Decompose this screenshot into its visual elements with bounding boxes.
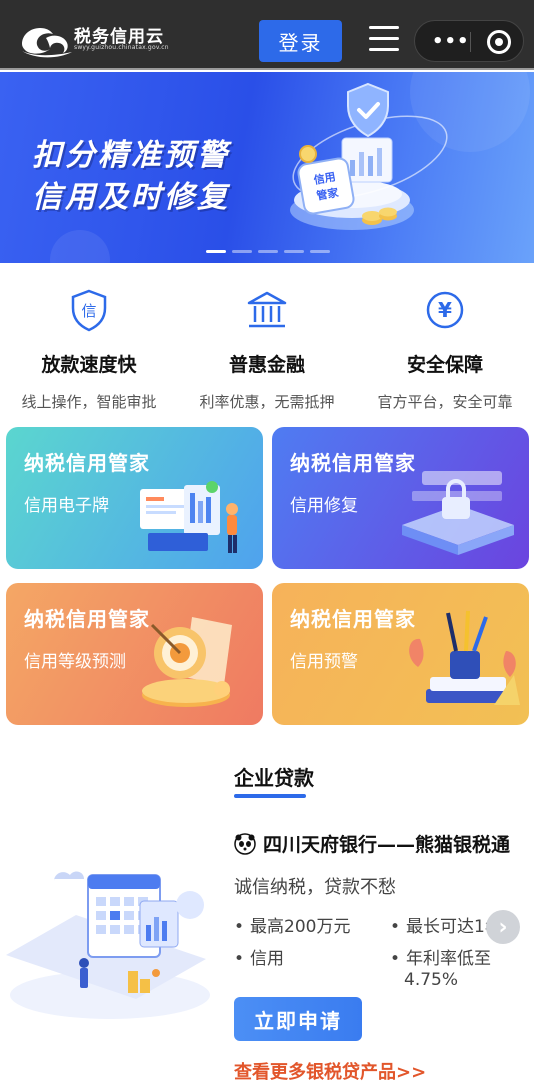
card-credit-level-forecast[interactable]: 纳税信用管家 信用等级预测: [6, 583, 263, 725]
target-illustration: [142, 617, 232, 707]
apply-now-button[interactable]: 立即申请: [234, 997, 362, 1041]
card-credit-e-plate[interactable]: 纳税信用管家 信用电子牌: [6, 427, 263, 569]
feature-fast-loan: 信 放款速度快 线上操作，智能审批: [0, 280, 178, 412]
shield-icon: 信: [71, 289, 107, 332]
feature-subtitle: 利率优惠，无需抵押: [199, 393, 335, 411]
card-subtitle: 信用修复: [290, 496, 358, 516]
carousel-indicators[interactable]: [206, 250, 330, 253]
banner-headline-2: 信用及时修复: [32, 180, 230, 215]
bank-product-name: 四川天府银行——熊猫银税通: [263, 834, 511, 856]
feature-subtitle: 线上操作，智能审批: [21, 393, 157, 411]
cloud-logo-icon: [20, 28, 72, 58]
svg-text:¥: ¥: [438, 298, 452, 322]
feature-inclusive-finance: 普惠金融 利率优惠，无需抵押: [178, 280, 356, 412]
card-subtitle: 信用预警: [290, 652, 358, 672]
credit-manager-badge: 信用 管家: [295, 155, 357, 217]
feature-title: 普惠金融: [228, 354, 305, 376]
coin-icon: [299, 145, 317, 163]
loan-rate-value: 4.75%: [404, 970, 459, 990]
card-title: 纳税信用管家: [24, 607, 150, 631]
login-button[interactable]: 登录: [259, 20, 342, 62]
card-subtitle: 信用电子牌: [24, 496, 109, 516]
carousel-dot[interactable]: [258, 250, 278, 253]
bank-product-title[interactable]: 四川天府银行——熊猫银税通: [234, 830, 510, 857]
feature-title: 放款速度快: [41, 354, 137, 376]
promo-banner[interactable]: 信用 管家 扣分精准预警 信用及时修复: [0, 72, 534, 263]
e-plate-illustration: [140, 481, 238, 553]
card-title: 纳税信用管家: [290, 451, 416, 475]
card-title: 纳税信用管家: [290, 607, 416, 631]
capsule-divider: [470, 32, 471, 52]
top-bar: 税务信用云 swyy.guizhou.chinatax.gov.cn 登录 ••…: [0, 0, 534, 70]
card-subtitle: 信用等级预测: [24, 652, 126, 672]
carousel-dot[interactable]: [284, 250, 304, 253]
card-credit-repair[interactable]: 纳税信用管家 信用修复: [272, 427, 529, 569]
loan-calendar-illustration: [6, 871, 210, 1019]
banner-headline-1: 扣分精准预警: [32, 138, 230, 173]
section-title: 企业贷款: [234, 766, 314, 790]
feature-security: ¥ 安全保障 官方平台，安全可靠: [356, 280, 534, 412]
coin-icon: [362, 207, 397, 225]
more-loan-products-link[interactable]: 查看更多银税贷产品>>: [234, 1058, 426, 1084]
chevron-right-icon[interactable]: ›: [486, 910, 520, 944]
loan-feature-rate: 年利率低至: [390, 944, 491, 969]
miniprogram-capsule: •••: [414, 20, 524, 62]
card-credit-warning[interactable]: 纳税信用管家 信用预警: [272, 583, 529, 725]
carousel-dot[interactable]: [310, 250, 330, 253]
feature-subtitle: 官方平台，安全可靠: [377, 393, 513, 411]
hamburger-menu-icon[interactable]: [369, 26, 399, 54]
close-target-icon[interactable]: [487, 30, 511, 54]
more-dots-icon[interactable]: •••: [432, 31, 470, 52]
pen-books-illustration: [409, 610, 520, 705]
lock-platform-illustration: [402, 471, 514, 555]
logo-url: swyy.guizhou.chinatax.gov.cn: [74, 44, 169, 51]
section-title-underline: [234, 794, 306, 798]
bank-building-icon: [247, 291, 287, 328]
yuan-icon: ¥: [426, 291, 464, 329]
card-title: 纳税信用管家: [24, 451, 150, 475]
loan-slogan: 诚信纳税，贷款不愁: [234, 877, 396, 898]
loan-feature-max-amount: 最高200万元: [234, 912, 350, 937]
panda-logo-icon: [234, 832, 256, 855]
carousel-dot[interactable]: [206, 250, 226, 253]
svg-text:信: 信: [81, 302, 96, 320]
loan-feature-credit: 信用: [234, 944, 284, 969]
feature-title: 安全保障: [406, 354, 483, 376]
shield-check-icon: [347, 82, 389, 138]
feature-row: 信 放款速度快 线上操作，智能审批 普惠金融 利率优惠，无需抵押 ¥ 安全保障 …: [0, 280, 534, 412]
carousel-dot[interactable]: [232, 250, 252, 253]
